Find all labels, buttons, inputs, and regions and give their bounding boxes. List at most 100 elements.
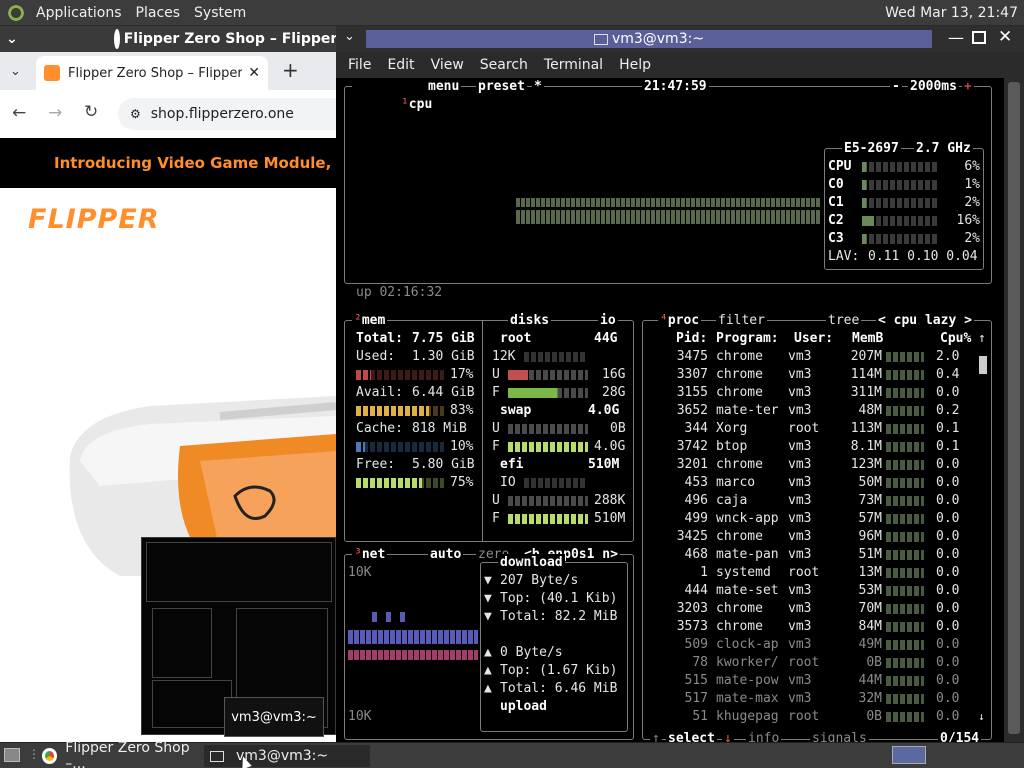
proc-header-cpu[interactable]: Cpu% [940,330,971,348]
address-bar[interactable]: ⚙ shop.flipperzero.one [118,98,336,130]
cpu-box-title[interactable]: cpu [409,97,432,112]
window-menu-chevron-icon[interactable]: ⌄ [6,31,18,47]
disk-efi-size: 510M [588,457,620,472]
disk-efi-used: 288K [594,493,626,508]
load-average: 0.11 0.10 0.04 [868,249,978,264]
proc-scroll-down-icon[interactable]: ↓ [978,708,985,726]
maximize-icon[interactable] [972,31,986,44]
cpu-core-percent: 6% [964,159,980,174]
cpu-core-meter [862,216,938,226]
net-box-title[interactable]: net [362,547,385,562]
proc-user: vm3 [788,601,812,616]
menu-view[interactable]: View [423,57,472,73]
mem-avail: 6.44 GiB [412,385,475,400]
proc-header-user[interactable]: User: [794,330,833,348]
menu-edit[interactable]: Edit [379,57,422,73]
proc-signals-button[interactable]: signals [810,730,869,742]
cpu-preset-star[interactable]: * [532,78,544,96]
menu-file[interactable]: File [340,57,379,73]
cpu-menu-button[interactable]: menu [426,78,462,96]
clock[interactable]: Wed Mar 13, 21:47 [885,5,1018,21]
proc-pid: 496 [684,493,708,508]
proc-cpu: 0.1 [936,439,960,454]
cpu-box-number: ¹ [400,97,409,112]
proc-info-button[interactable]: info [746,730,782,742]
proc-tree-toggle[interactable]: tree [826,312,862,330]
taskbar-chrome[interactable]: Flipper Zero Shop –... [36,740,204,768]
applications-menu[interactable]: Applications [32,5,126,21]
terminal-scrollbar[interactable] [1004,78,1024,742]
interval-minus-button[interactable]: - [890,78,902,96]
mem-cache-percent: 10% [450,439,474,454]
proc-cpu: 0.0 [936,637,960,652]
tab-flipper-shop[interactable]: Flipper Zero Shop – Flipper Sh ✕ [36,56,268,90]
close-icon[interactable]: ✕ [998,27,1012,47]
terminal-scrollbar-thumb[interactable] [1008,82,1020,734]
url-text[interactable]: shop.flipperzero.one [151,106,294,122]
tab-list-chevron-icon[interactable]: ⌄ [10,64,21,79]
flipper-logo[interactable]: FLIPPER [28,204,160,235]
disk-root-used-meter [508,370,588,380]
back-arrow-icon[interactable]: ← [12,103,26,123]
net-upload-graph [348,650,478,660]
mem-used-label: Used: [356,349,396,364]
proc-pid: 517 [684,691,708,706]
workspace-switcher-icon[interactable] [892,746,926,764]
terminal-titlebar[interactable]: ⌄ vm3@vm3:~ — ✕ [336,26,1024,52]
new-tab-button[interactable]: + [282,58,299,82]
minimize-icon[interactable]: — [948,28,964,47]
mate-logo-icon[interactable] [6,2,26,23]
mem-free-label: Free: [356,457,396,472]
show-desktop-icon[interactable] [4,748,20,762]
tab-close-icon[interactable]: ✕ [248,65,260,81]
places-menu[interactable]: Places [132,5,185,21]
chrome-titlebar[interactable]: ⌄ Flipper Zero Shop – Flipper Shop [0,26,336,52]
net-box-number: ³ [354,547,362,562]
proc-user: vm3 [788,691,812,706]
proc-program: chrome [716,349,763,364]
proc-select-button[interactable]: select [666,730,717,742]
mem-box-header: ²mem [352,312,388,330]
net-dl-rate: 207 Byte/s [500,573,579,588]
proc-program: marco [716,475,756,490]
promo-banner[interactable]: Introducing Video Game Module, Powe [0,138,336,188]
terminal-screen[interactable]: ¹cpu menu preset * 21:47:59 - 2000ms + u… [336,78,1004,742]
menu-search[interactable]: Search [472,57,536,73]
proc-user: vm3 [788,439,812,454]
net-auto-toggle[interactable]: auto [428,546,464,564]
forward-arrow-icon[interactable]: → [48,103,62,123]
proc-cpu: 0.0 [936,691,960,706]
cpu-core-label: C3 [828,231,844,246]
taskbar-terminal[interactable]: vm3@vm3:~ [204,745,370,767]
proc-program: Xorg [716,421,748,436]
window-menu-chevron-icon[interactable]: ⌄ [344,29,355,44]
disks-io-toggle[interactable]: io [598,312,618,330]
cpu-model: E5-2697 [842,140,901,158]
tab-title: Flipper Zero Shop – Flipper Sh [68,65,243,81]
proc-pid: 453 [684,475,708,490]
proc-header-program[interactable]: Program: [716,330,779,348]
proc-sort-selector[interactable]: < cpu lazy > [876,312,974,330]
proc-header-pid[interactable]: Pid: [676,330,707,348]
proc-header-mem[interactable]: MemB [852,330,883,348]
reload-icon[interactable]: ↻ [84,102,98,122]
mem-free: 5.80 GiB [412,457,475,472]
interval-plus-button[interactable]: + [962,78,974,96]
terminal-title-area[interactable]: vm3@vm3:~ [366,30,932,48]
disks-title[interactable]: disks [508,312,552,330]
mem-box-title[interactable]: mem [362,313,385,328]
proc-scroll-thumb[interactable] [979,356,987,374]
cpu-preset-button[interactable]: preset [476,78,527,96]
system-menu[interactable]: System [190,5,250,21]
proc-program: chrome [716,619,763,634]
proc-program: mate-pow [716,673,779,688]
proc-filter-button[interactable]: filter [716,312,767,330]
menu-terminal[interactable]: Terminal [536,57,611,73]
chrome-window-title: Flipper Zero Shop – Flipper Shop [123,31,336,47]
site-info-icon[interactable]: ⚙ [130,107,141,121]
net-download-graph [348,630,478,644]
menu-help[interactable]: Help [611,57,659,73]
proc-scroll-up-icon[interactable]: ↑ [978,330,986,348]
net-download-peak [372,612,412,622]
proc-box-title[interactable]: proc [668,313,699,328]
